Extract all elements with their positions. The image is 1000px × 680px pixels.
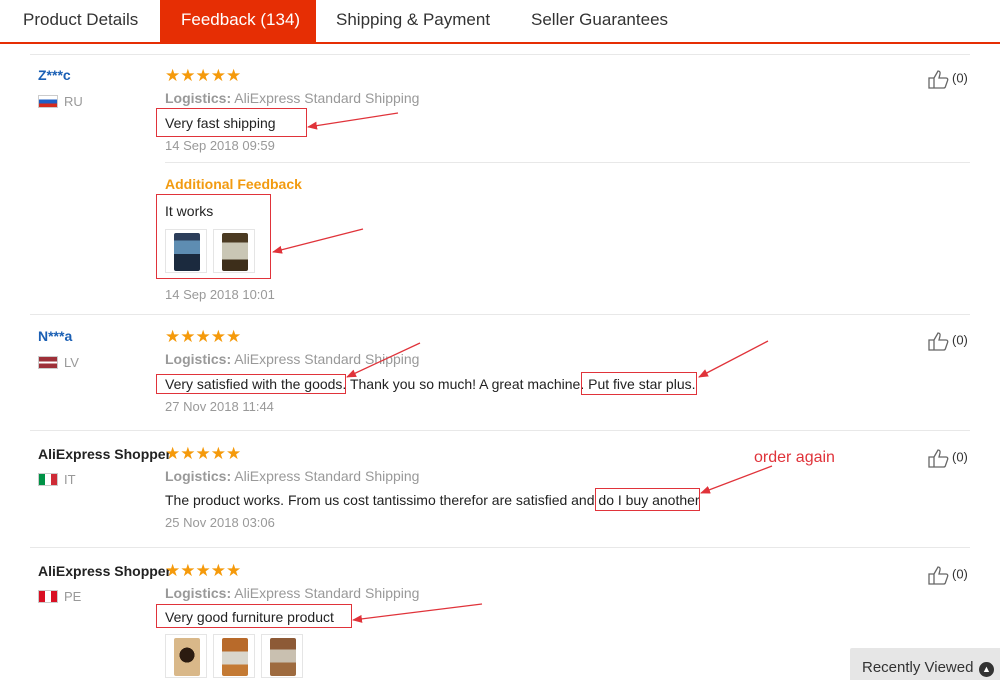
annotation-arrow bbox=[307, 112, 399, 130]
recently-viewed-bar[interactable]: Recently Viewed ▲ bbox=[850, 648, 1000, 680]
annotation-arrow bbox=[272, 228, 364, 254]
annotation-arrow bbox=[352, 603, 483, 623]
annotation-arrow bbox=[700, 465, 773, 494]
recently-viewed-label: Recently Viewed bbox=[862, 659, 974, 676]
chevron-up-icon[interactable]: ▲ bbox=[979, 662, 994, 677]
annotation-arrow bbox=[698, 340, 769, 378]
annotation-arrow bbox=[346, 342, 421, 378]
annotation-arrows bbox=[272, 112, 773, 623]
